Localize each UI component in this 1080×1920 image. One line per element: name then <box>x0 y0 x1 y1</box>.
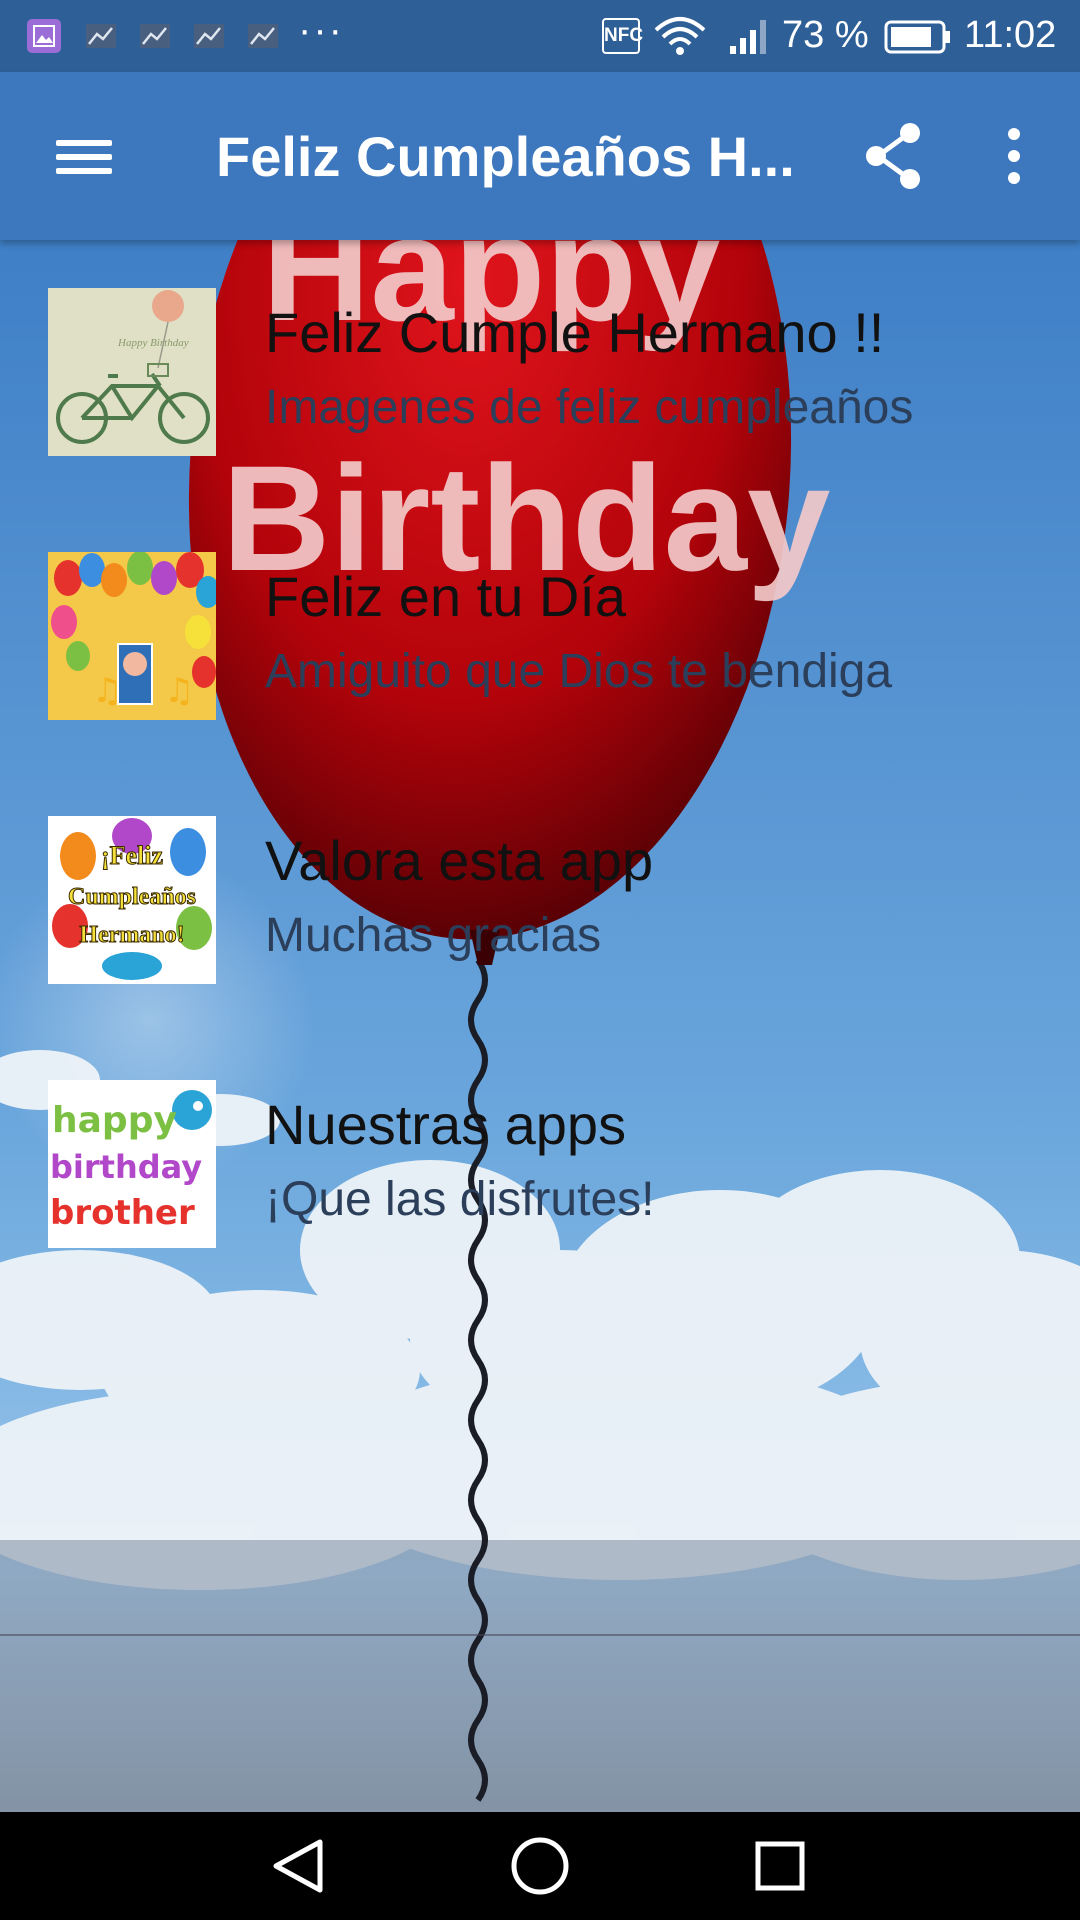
thumb-text: Hermano! <box>79 922 184 948</box>
overflow-menu-button[interactable] <box>984 114 1044 198</box>
feliz-cumpleanos-thumbnail: ¡Feliz Cumpleaños Hermano! <box>48 816 216 984</box>
nfc-label: NFC <box>604 25 644 46</box>
chart-notification-icon <box>86 24 116 48</box>
home-button[interactable] <box>495 1830 585 1902</box>
more-vert-icon <box>1008 128 1020 184</box>
thumb-text: ¡Feliz <box>101 841 163 870</box>
navigation-bar <box>0 1812 1080 1920</box>
list-item-title: Feliz en tu Día <box>265 565 627 628</box>
list-item-title: Valora esta app <box>265 829 654 892</box>
svg-text:♫: ♫ <box>92 671 122 711</box>
list-item-subtitle: ¡Que las disfrutes! <box>265 1173 655 1226</box>
chart-notification-icon <box>248 24 278 48</box>
recents-square-icon <box>755 1841 805 1891</box>
back-button[interactable] <box>254 1830 344 1902</box>
main-content: Happy Birthday Happy Birthday Feliz Cump… <box>0 240 1080 1812</box>
wifi-icon <box>654 17 706 55</box>
divider <box>0 1634 1080 1636</box>
thumb-text: brother <box>50 1193 195 1233</box>
gallery-notification-icon <box>27 19 61 53</box>
app-title: Feliz Cumpleaños H... <box>216 125 795 188</box>
more-notifications-icon: ··· <box>298 8 344 52</box>
battery-percent: 73 % <box>782 14 869 56</box>
list-item-title: Feliz Cumple Hermano !! <box>265 301 885 364</box>
happy-birthday-brother-thumbnail: happy birthday brother <box>48 1080 216 1248</box>
share-icon <box>866 123 920 189</box>
share-button[interactable] <box>852 114 936 198</box>
list-item-subtitle: Amiguito que Dios te bendiga <box>265 645 893 698</box>
status-bar: ··· NFC 73 % 11:02 <box>0 0 1080 72</box>
nfc-icon: NFC <box>602 18 644 54</box>
thumb-caption: Happy Birthday <box>117 337 189 349</box>
recents-button[interactable] <box>735 1830 825 1902</box>
list-item-title: Nuestras apps <box>265 1093 627 1156</box>
bicycle-thumbnail: Happy Birthday <box>48 288 216 456</box>
list-item-feliz-cumple-hermano[interactable]: Happy Birthday Feliz Cumple Hermano !! I… <box>0 240 1080 504</box>
thumb-text: birthday <box>50 1148 202 1186</box>
list-item-valora-esta-app[interactable]: ¡Feliz Cumpleaños Hermano! Valora esta a… <box>0 768 1080 1032</box>
signal-icon <box>730 20 766 54</box>
battery-icon <box>884 20 950 54</box>
chart-notification-icon <box>194 24 224 48</box>
list-item-subtitle: Imagenes de feliz cumpleaños <box>265 381 914 434</box>
back-triangle-icon <box>273 1839 323 1893</box>
app-bar: Feliz Cumpleaños H... <box>0 72 1080 240</box>
thumb-text: Cumpleaños <box>68 884 196 910</box>
thumb-text: happy <box>52 1100 177 1141</box>
list-item-feliz-en-tu-dia[interactable]: ♫ ♫ Feliz en tu Día Amiguito que Dios te… <box>0 504 1080 768</box>
balloons-thumbnail: ♫ ♫ <box>48 552 216 720</box>
clock: 11:02 <box>964 14 1057 56</box>
home-circle-icon <box>511 1837 569 1895</box>
list-item-subtitle: Muchas gracias <box>265 909 602 962</box>
svg-text:♫: ♫ <box>164 671 194 711</box>
chart-notification-icon <box>140 24 170 48</box>
list-item-nuestras-apps[interactable]: happy birthday brother Nuestras apps ¡Qu… <box>0 1032 1080 1296</box>
menu-button[interactable] <box>40 118 128 194</box>
